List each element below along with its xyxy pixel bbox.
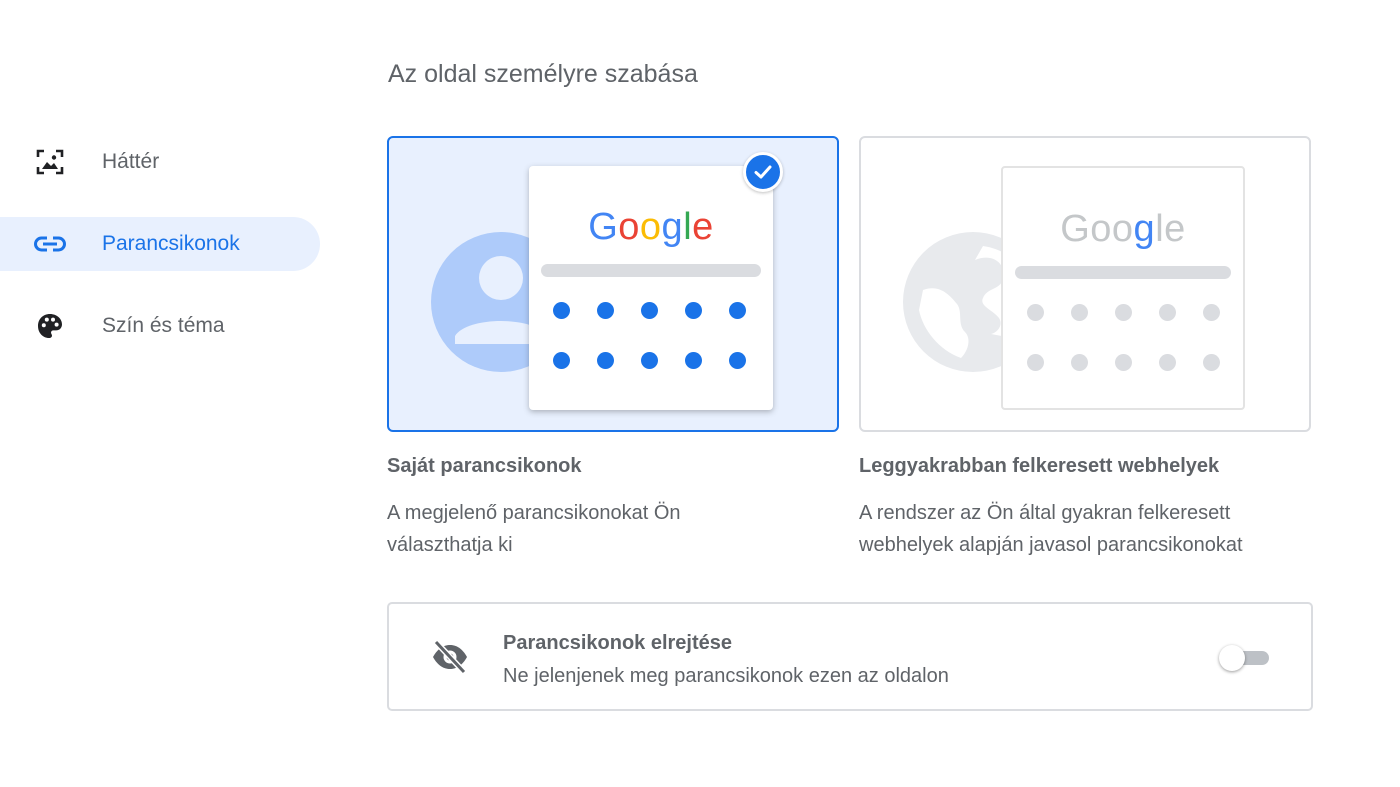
google-logo-letter: g	[661, 206, 684, 248]
shortcut-dot	[1203, 304, 1220, 321]
shortcuts-preview: Google	[1001, 166, 1245, 410]
toggle-thumb	[1219, 645, 1245, 671]
google-logo-letter: G	[1060, 208, 1091, 250]
hide-shortcuts-toggle[interactable]	[1219, 644, 1273, 672]
my-shortcuts-option[interactable]: Google	[387, 136, 839, 432]
most-visited-option[interactable]: Google	[859, 136, 1311, 432]
google-logo-letter: l	[1155, 208, 1165, 250]
hide-shortcuts-panel: Parancsikonok elrejtése Ne jelenjenek me…	[387, 602, 1313, 711]
sidebar-item-color-theme[interactable]: Szín és téma	[0, 299, 320, 353]
shortcut-dot	[685, 352, 702, 369]
google-logo-letter: G	[588, 206, 619, 248]
search-bar-placeholder	[1015, 266, 1231, 279]
google-logo-letter: o	[1090, 208, 1112, 250]
shortcut-dot	[1159, 354, 1176, 371]
shortcuts-preview: Google	[529, 166, 773, 410]
google-logo-letter: l	[683, 206, 693, 248]
google-logo-letter: o	[618, 206, 640, 248]
shortcut-dot	[597, 352, 614, 369]
my-shortcuts-title: Saját parancsikonok	[387, 455, 582, 477]
hide-shortcuts-title: Parancsikonok elrejtése	[503, 632, 733, 654]
sidebar-item-background[interactable]: Háttér	[0, 135, 320, 189]
shortcut-dot	[1159, 304, 1176, 321]
google-logo-letter: e	[692, 206, 714, 248]
my-shortcuts-description: A megjelenő parancsikonokat Ön választha…	[387, 502, 681, 556]
shortcut-dot	[553, 302, 570, 319]
eye-off-icon	[433, 640, 467, 674]
shortcut-dot	[1027, 354, 1044, 371]
search-bar-placeholder	[541, 264, 761, 277]
link-icon	[33, 230, 67, 258]
shortcut-dot	[597, 302, 614, 319]
sidebar-item-label: Parancsikonok	[102, 232, 240, 255]
shortcut-dot	[641, 352, 658, 369]
shortcut-dot	[1203, 354, 1220, 371]
shortcut-dot	[641, 302, 658, 319]
google-logo-letter: e	[1164, 208, 1186, 250]
google-logo-letter: o	[639, 206, 662, 248]
google-logo: Google	[529, 206, 773, 249]
sidebar-item-label: Szín és téma	[102, 314, 225, 337]
most-visited-description: A rendszer az Ön által gyakran felkerese…	[859, 502, 1243, 556]
shortcut-dot	[1027, 304, 1044, 321]
shortcut-dot	[1115, 354, 1132, 371]
sidebar-item-label: Háttér	[102, 150, 160, 173]
shortcut-dot	[1071, 304, 1088, 321]
hide-shortcuts-subtitle: Ne jelenjenek meg parancsikonok ezen az …	[503, 665, 949, 687]
check-icon	[743, 152, 783, 192]
shortcut-dot	[1115, 304, 1132, 321]
shortcut-dot	[729, 352, 746, 369]
palette-icon	[33, 312, 67, 340]
page-title: Az oldal személyre szabása	[388, 60, 698, 88]
shortcut-dot	[685, 302, 702, 319]
google-logo: Google	[1003, 208, 1243, 251]
sidebar-item-shortcuts[interactable]: Parancsikonok	[0, 217, 320, 271]
shortcut-dot	[729, 302, 746, 319]
shortcut-dot	[1071, 354, 1088, 371]
image-icon	[33, 148, 67, 176]
shortcut-dot	[553, 352, 570, 369]
google-logo-letter: o	[1111, 208, 1134, 250]
google-logo-letter: g	[1133, 208, 1156, 250]
most-visited-title: Leggyakrabban felkeresett webhelyek	[859, 455, 1220, 477]
